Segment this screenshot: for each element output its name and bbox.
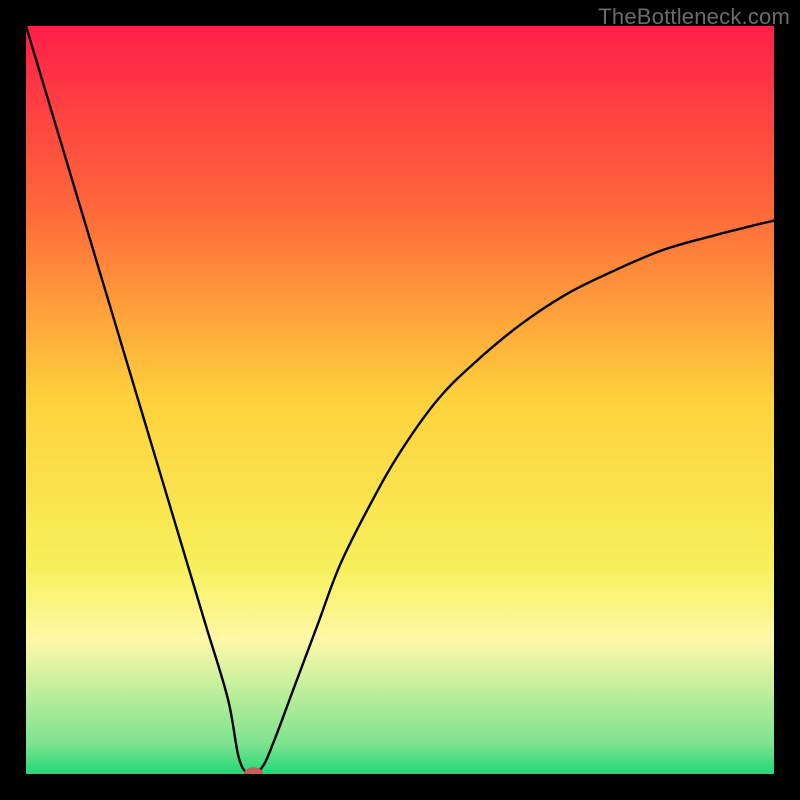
chart-frame: TheBottleneck.com: [0, 0, 800, 800]
plot-area: [26, 26, 774, 774]
chart-svg: [26, 26, 774, 774]
